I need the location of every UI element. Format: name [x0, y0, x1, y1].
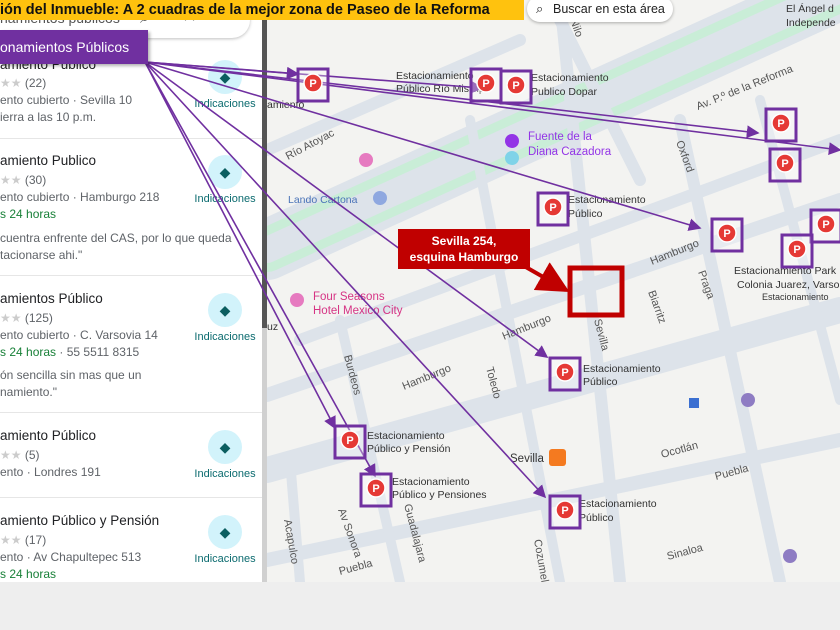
callout-arrow	[523, 262, 570, 292]
svg-text:P: P	[309, 78, 316, 90]
annotation-arrow	[144, 61, 702, 231]
parking-marker[interactable]: P	[499, 69, 533, 105]
parking-marker[interactable]: P	[469, 67, 503, 103]
svg-text:P: P	[723, 228, 730, 240]
svg-text:P: P	[561, 505, 568, 517]
parking-marker[interactable]: P	[333, 424, 367, 460]
category-tag: onamientos Públicos	[0, 30, 148, 64]
svg-text:P: P	[777, 118, 784, 130]
parking-marker[interactable]: P	[536, 191, 570, 227]
annotation-arrow	[144, 61, 549, 358]
svg-text:P: P	[822, 219, 829, 231]
parking-marker[interactable]: P	[548, 356, 582, 392]
property-callout: Sevilla 254, esquina Hamburgo	[398, 229, 530, 269]
annotation-arrow	[144, 61, 760, 139]
svg-text:P: P	[482, 78, 489, 90]
svg-text:P: P	[561, 367, 568, 379]
svg-text:P: P	[512, 80, 519, 92]
parking-marker[interactable]: P	[764, 107, 798, 143]
title-banner: ión del Inmueble: A 2 cuadras de la mejo…	[0, 0, 524, 20]
parking-marker[interactable]: P	[809, 208, 840, 244]
parking-marker[interactable]: P	[296, 67, 330, 103]
parking-marker[interactable]: P	[359, 472, 393, 508]
svg-text:P: P	[549, 202, 556, 214]
annotation-arrow	[144, 61, 336, 430]
svg-text:P: P	[372, 483, 379, 495]
annotation-arrow	[144, 61, 376, 478]
parking-marker[interactable]: P	[780, 233, 814, 269]
parking-marker[interactable]: P	[548, 494, 582, 530]
parking-marker[interactable]: P	[768, 147, 802, 183]
parking-marker[interactable]: P	[710, 217, 744, 253]
property-location-box	[567, 265, 625, 318]
svg-text:P: P	[793, 244, 800, 256]
annotation-layer: P P P P P P P P P P P P P	[144, 61, 840, 530]
svg-text:P: P	[781, 158, 788, 170]
svg-text:P: P	[346, 435, 353, 447]
